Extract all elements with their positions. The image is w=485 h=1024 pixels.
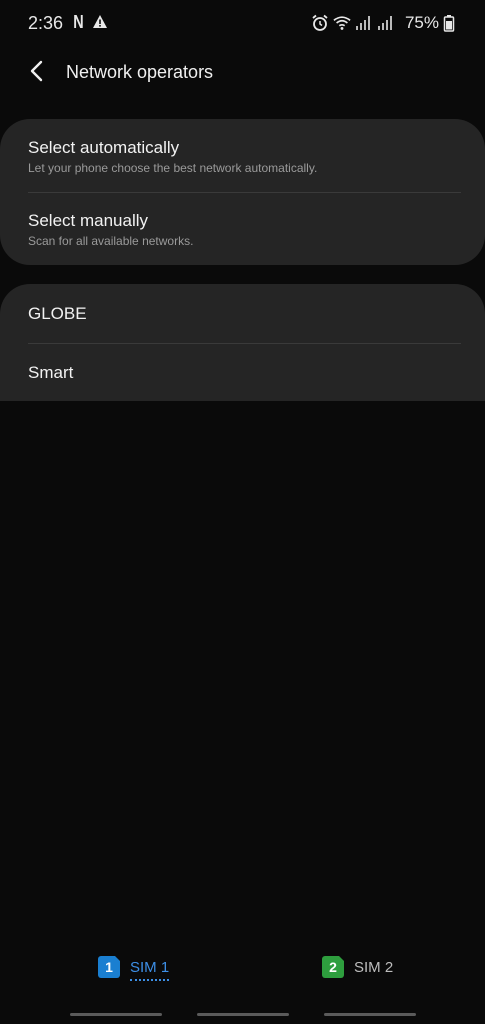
tab-sim-2[interactable]: 2 SIM 2 [322,956,393,978]
signal-icon [377,14,395,32]
warning-icon [92,14,108,30]
select-automatically-title: Select automatically [28,138,180,157]
network-selection-card: Select automatically Let your phone choo… [0,119,485,265]
back-button[interactable] [22,58,52,88]
select-manually-subtitle: Scan for all available networks. [28,234,194,248]
tab-sim-2-label: SIM 2 [354,958,394,976]
app-header: Network operators [0,50,485,96]
sim-tabs: 1 SIM 1 2 SIM 2 [0,950,485,990]
tab-sim-1-label: SIM 1 [130,958,170,981]
signal-icon [355,14,373,32]
battery-icon [443,14,461,32]
operator-item-globe[interactable]: GLOBE [0,284,485,343]
page-title: Network operators [66,62,214,82]
chevron-left-icon [29,60,45,87]
screen: 2:36 N 75% Network operators Select auto… [0,0,485,1024]
status-time: 2:36 [28,13,64,33]
tab-sim-1[interactable]: 1 SIM 1 [98,956,170,981]
battery-percentage: 75% [404,13,439,32]
netflix-icon: N [73,12,84,32]
status-bar: 2:36 N 75% [0,0,485,46]
select-manually-item[interactable]: Select manually Scan for all available n… [0,193,485,265]
select-automatically-subtitle: Let your phone choose the best network a… [28,161,318,175]
operator-smart-label: Smart [28,363,74,382]
sim-2-badge-icon: 2 [322,956,344,978]
operator-globe-label: GLOBE [28,304,87,323]
wifi-icon [333,14,351,32]
operator-item-smart[interactable]: Smart [0,344,485,401]
sim-1-badge-icon: 1 [98,956,120,978]
gesture-hint-center[interactable] [197,1013,289,1016]
operators-list-card: GLOBE Smart [0,284,485,401]
gesture-hint-right[interactable] [324,1013,416,1016]
gesture-hint-left[interactable] [70,1013,162,1016]
alarm-icon [311,14,329,32]
select-manually-title: Select manually [28,211,149,230]
status-right-group: 75% [311,10,461,36]
select-automatically-item[interactable]: Select automatically Let your phone choo… [0,119,485,192]
